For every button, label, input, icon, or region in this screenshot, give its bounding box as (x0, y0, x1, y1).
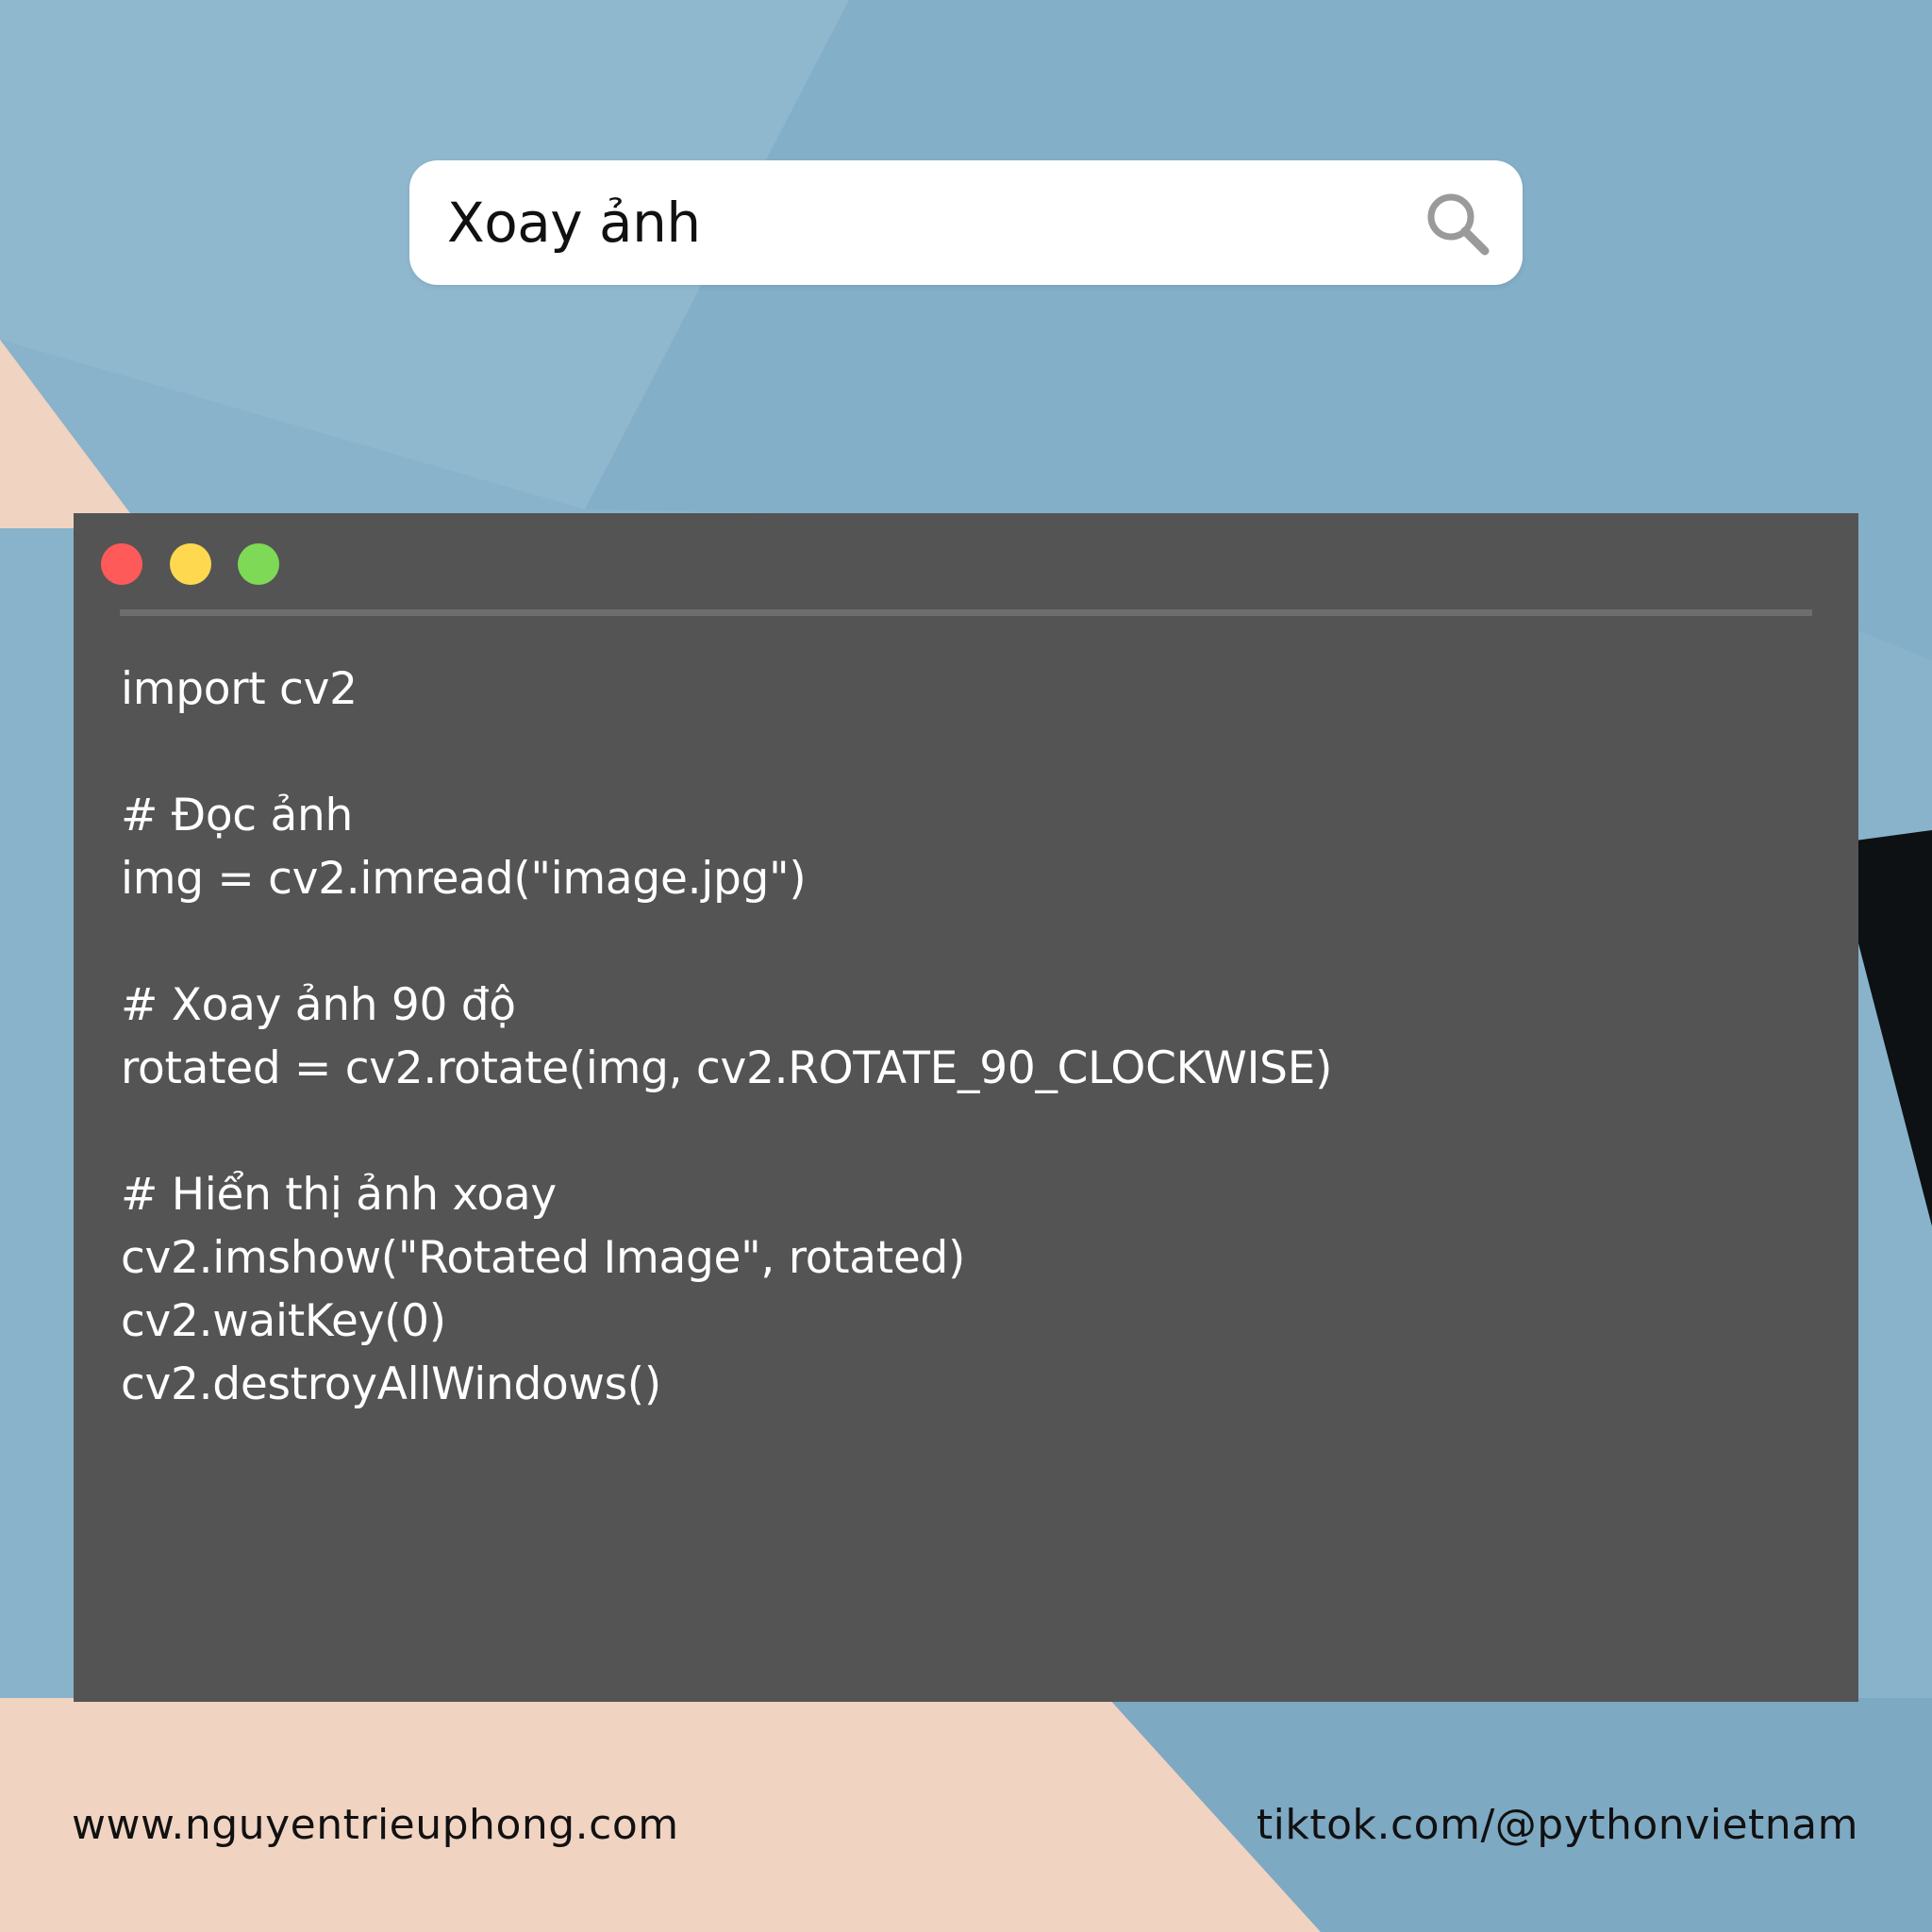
code-line: cv2.imshow("Rotated Image", rotated) (121, 1232, 966, 1284)
search-input[interactable]: Xoay ảnh (447, 160, 701, 285)
search-bar[interactable]: Xoay ảnh (409, 160, 1523, 285)
search-icon[interactable] (1423, 189, 1494, 260)
title-divider (120, 609, 1812, 616)
website-link[interactable]: www.nguyentrieuphong.com (72, 1792, 679, 1858)
code-line: rotated = cv2.rotate(img, cv2.ROTATE_90_… (121, 1042, 1333, 1094)
tiktok-link[interactable]: tiktok.com/@pythonvietnam (1257, 1792, 1858, 1858)
minimize-dot[interactable] (170, 543, 211, 585)
maximize-dot[interactable] (238, 543, 279, 585)
code-line: # Đọc ảnh (121, 790, 353, 841)
code-line: # Xoay ảnh 90 độ (121, 979, 516, 1031)
code-line: import cv2 (121, 663, 358, 715)
code-line: # Hiển thị ảnh xoay (121, 1169, 557, 1221)
code-line: cv2.waitKey(0) (121, 1295, 446, 1347)
code-line: cv2.destroyAllWindows() (121, 1358, 661, 1410)
code-line: img = cv2.imread("image.jpg") (121, 853, 807, 905)
close-dot[interactable] (101, 543, 142, 585)
code-block: import cv2 # Đọc ảnh img = cv2.imread("i… (121, 658, 1332, 1416)
